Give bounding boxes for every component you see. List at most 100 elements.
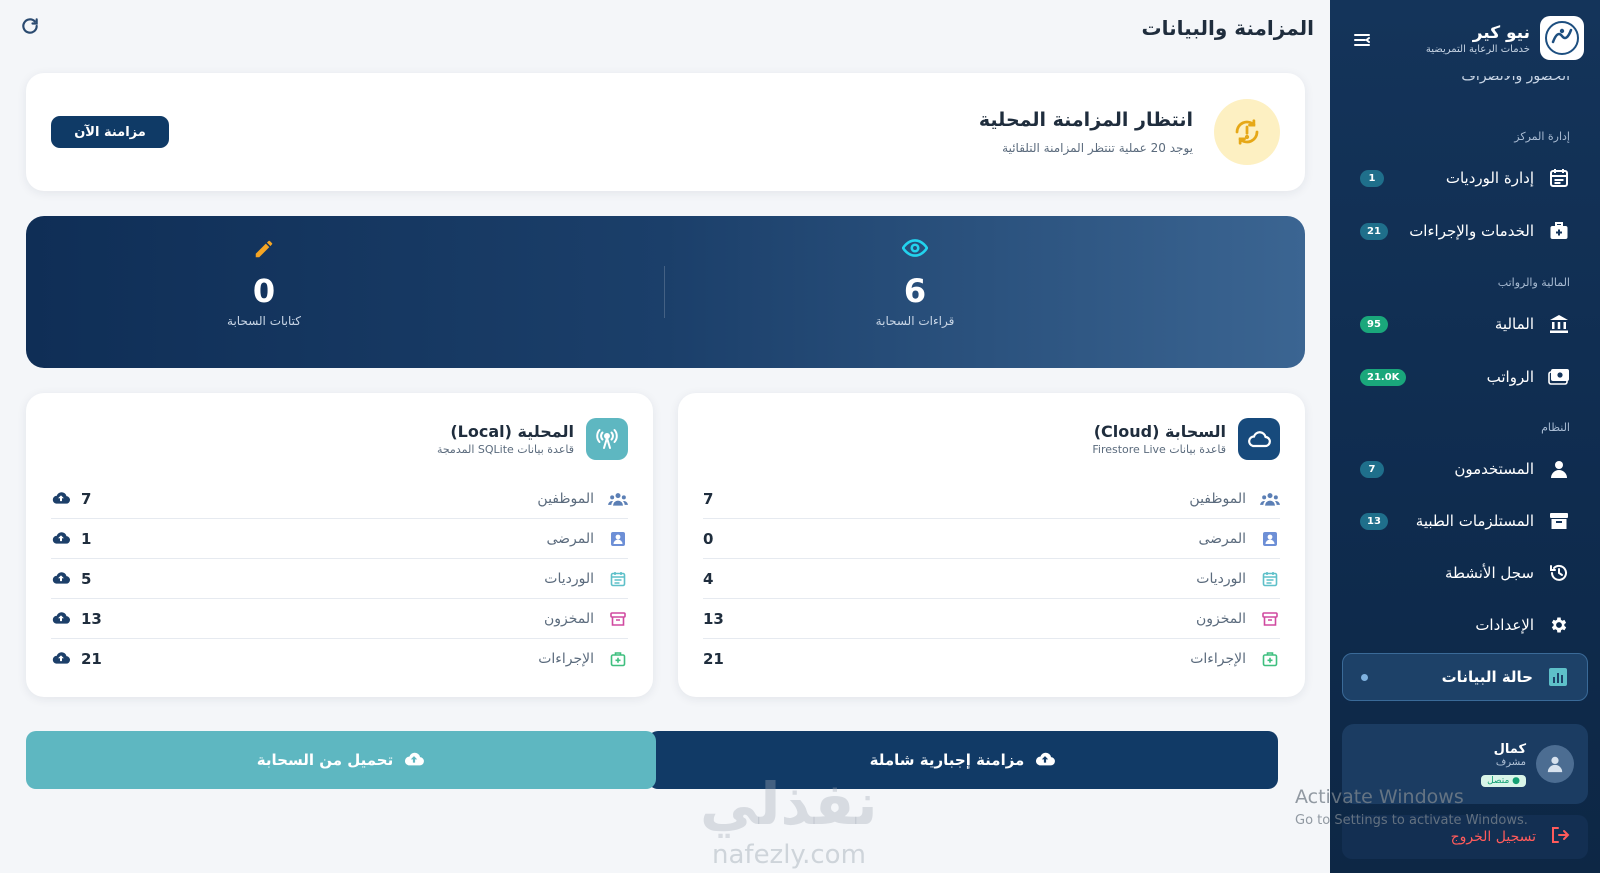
section-label-finance: المالية والرواتب xyxy=(1497,276,1570,289)
cloud-rows: الموظفين 7 المرضى 0 الورديات 4 المخزون 1… xyxy=(703,479,1280,679)
table-row: المرضى 0 xyxy=(703,519,1280,559)
pending-title: انتظار المزامنة المحلية xyxy=(978,109,1193,131)
cloud-db-card: السحابة (Cloud) قاعدة بيانات Firestore L… xyxy=(678,393,1305,697)
sidebar-item-activity-log[interactable]: سجل الأنشطة xyxy=(1342,549,1588,597)
gear-icon xyxy=(1548,614,1570,636)
active-indicator xyxy=(1361,673,1368,681)
cloud-icon xyxy=(1238,418,1280,460)
cloud-writes-label: كتابات السحابة xyxy=(227,314,301,328)
cloud-upload-icon[interactable] xyxy=(51,570,71,588)
sidebar-item-settings[interactable]: الإعدادات xyxy=(1342,601,1588,649)
activate-windows-title: Activate Windows xyxy=(1295,786,1464,808)
sidebar-item-attendance[interactable]: الحضور والانصراف xyxy=(1370,76,1570,90)
brand-subtitle: خدمات الرعاية التمريضية xyxy=(1425,43,1530,55)
status-badge: ● متصل xyxy=(1481,774,1526,787)
patient-icon xyxy=(1260,529,1280,549)
antenna-icon xyxy=(586,418,628,460)
cloud-reads-value: 6 xyxy=(903,272,927,310)
sidebar-item-shifts[interactable]: إدارة الورديات 1 xyxy=(1342,154,1588,202)
cloud-db-subtitle: قاعدة بيانات Firestore Live xyxy=(1092,443,1226,456)
sidebar: نيو كير خدمات الرعاية التمريضية الحضور و… xyxy=(1330,0,1600,873)
table-row: الورديات 5 xyxy=(51,559,628,599)
sidebar-item-services[interactable]: الخدمات والإجراءات 21 xyxy=(1342,207,1588,255)
users-group-icon xyxy=(608,489,628,509)
sync-pending-icon xyxy=(1214,99,1280,165)
chart-icon xyxy=(1547,666,1569,688)
cloud-download-icon xyxy=(403,750,425,770)
badge: 13 xyxy=(1360,512,1388,530)
badge: 21 xyxy=(1360,222,1388,240)
medical-kit-icon xyxy=(608,649,628,669)
badge: 95 xyxy=(1360,315,1388,333)
pencil-icon xyxy=(164,238,364,264)
archive-icon xyxy=(608,609,628,629)
cloud-writes-stat: 0 كتابات السحابة xyxy=(164,238,364,328)
sync-now-button[interactable]: مزامنة الآن xyxy=(51,116,169,148)
patient-icon xyxy=(608,529,628,549)
badge: 7 xyxy=(1360,460,1384,478)
user-icon xyxy=(1548,458,1570,480)
users-group-icon xyxy=(1260,489,1280,509)
local-rows: الموظفين 7 المرضى 1 الورديات 5 المخزون 1… xyxy=(51,479,628,679)
calendar-icon xyxy=(608,569,628,589)
medical-kit-icon xyxy=(1260,649,1280,669)
calendar-icon xyxy=(1260,569,1280,589)
row-value: 7 xyxy=(703,489,714,508)
download-from-cloud-button[interactable]: تحميل من السحابة xyxy=(26,731,656,789)
main-content: المزامنة والبيانات انتظار المزامنة المحل… xyxy=(0,0,1330,873)
table-row: المخزون 13 xyxy=(51,599,628,639)
cloud-upload-icon[interactable] xyxy=(51,490,71,508)
row-value: 0 xyxy=(703,529,714,548)
sidebar-item-finance[interactable]: المالية 95 xyxy=(1342,300,1588,348)
row-value: 21 xyxy=(703,650,724,668)
cloud-reads-label: قراءات السحابة xyxy=(875,314,955,328)
table-row: الإجراءات 21 xyxy=(51,639,628,679)
bank-icon xyxy=(1548,313,1570,335)
local-db-title: المحلية (Local) xyxy=(450,422,574,441)
cloud-reads-stat: 6 قراءات السحابة xyxy=(815,238,1015,328)
table-row: الموظفين 7 xyxy=(51,479,628,519)
sidebar-item-salaries[interactable]: الرواتب 21.0K xyxy=(1342,353,1588,401)
page-title: المزامنة والبيانات xyxy=(1141,16,1314,40)
brand: نيو كير خدمات الرعاية التمريضية xyxy=(1426,16,1584,60)
sidebar-item-medical-supplies[interactable]: المستلزمات الطبية 13 xyxy=(1342,497,1588,545)
archive-icon xyxy=(1548,510,1570,532)
sidebar-item-data-status[interactable]: حالة البيانات xyxy=(1342,653,1588,701)
row-value: 4 xyxy=(703,569,714,588)
cloud-upload-icon[interactable] xyxy=(51,530,71,548)
archive-icon xyxy=(1260,609,1280,629)
refresh-icon[interactable] xyxy=(20,16,40,36)
table-row: الموظفين 7 xyxy=(703,479,1280,519)
row-value: 1 xyxy=(81,529,92,548)
local-db-card: المحلية (Local) قاعدة بيانات SQLite المد… xyxy=(26,393,653,697)
brand-name: نيو كير xyxy=(1472,22,1530,43)
pending-subtitle: يوجد 20 عملية تنتظر المزامنة التلقائية xyxy=(1002,141,1193,155)
badge: 1 xyxy=(1360,169,1384,187)
row-value: 7 xyxy=(81,489,92,508)
medical-kit-icon xyxy=(1548,220,1570,242)
money-icon xyxy=(1548,366,1570,388)
user-role: مشرف xyxy=(1495,756,1526,768)
row-value: 13 xyxy=(703,609,724,628)
eye-icon xyxy=(815,238,1015,264)
local-db-subtitle: قاعدة بيانات SQLite المدمجة xyxy=(436,443,574,456)
row-value: 5 xyxy=(81,569,92,588)
brand-logo xyxy=(1540,16,1584,60)
row-value: 13 xyxy=(81,609,102,628)
badge: 21.0K xyxy=(1360,368,1407,386)
cloud-upload-icon[interactable] xyxy=(51,650,71,668)
table-row: المخزون 13 xyxy=(703,599,1280,639)
section-label-system: النظام xyxy=(1541,421,1570,434)
sidebar-item-users[interactable]: المستخدمون 7 xyxy=(1342,445,1588,493)
menu-collapse-icon[interactable] xyxy=(1352,30,1372,50)
watermark: نفذلي xyxy=(700,770,878,838)
avatar xyxy=(1536,745,1574,783)
table-row: المرضى 1 xyxy=(51,519,628,559)
stats-divider xyxy=(664,266,665,318)
cloud-upload-icon[interactable] xyxy=(51,610,71,628)
user-name: كمال xyxy=(1493,741,1526,757)
section-label-center: إدارة المركز xyxy=(1514,130,1570,143)
activate-windows-subtitle: Go to Settings to activate Windows. xyxy=(1295,813,1528,828)
cloud-usage-banner: 6 قراءات السحابة 0 كتابات السحابة xyxy=(26,216,1305,368)
logout-icon xyxy=(1550,825,1570,849)
